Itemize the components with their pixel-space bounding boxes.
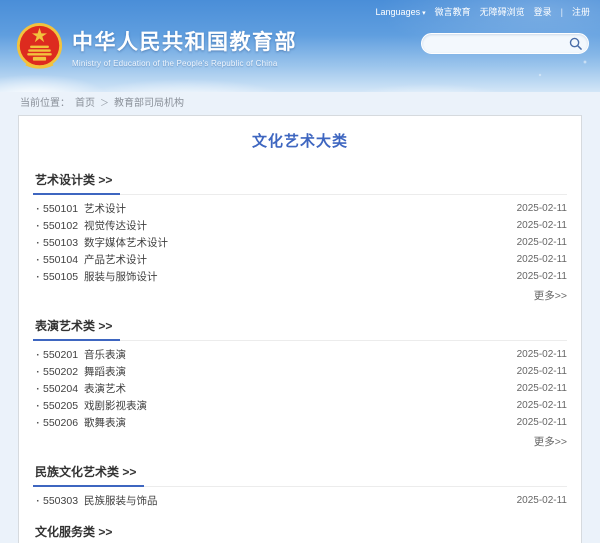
major-name-link[interactable]: 音乐表演 [84,347,517,362]
breadcrumb-home-link[interactable]: 首页 [75,92,95,115]
section-title-link[interactable]: 艺术设计类 >> [33,171,121,195]
major-code-link[interactable]: 550206 [43,417,78,429]
major-name-link[interactable]: 民族服装与饰品 [84,493,517,508]
major-list: · 550101 艺术设计 2025-02-11 · 550102 视觉传达设计… [33,200,567,285]
major-name-link[interactable]: 艺术设计 [84,201,517,216]
publish-date: 2025-02-11 [516,220,567,231]
major-code-link[interactable]: 550204 [43,383,78,395]
bullet-icon: · [36,219,40,232]
section-header: 文化服务类 >> [33,523,567,543]
publish-date: 2025-02-11 [516,495,567,506]
publish-date: 2025-02-11 [516,254,567,265]
content-card: 文化艺术大类 艺术设计类 >> · 550101 艺术设计 2025-02-11… [18,115,582,543]
category-sections: 艺术设计类 >> · 550101 艺术设计 2025-02-11 · 5501… [33,171,567,543]
major-list: · 550201 音乐表演 2025-02-11 · 550202 舞蹈表演 2… [33,346,567,431]
major-row: · 550105 服装与服饰设计 2025-02-11 [33,268,567,285]
section-header: 艺术设计类 >> [33,171,567,195]
brand-text: 中华人民共和国教育部 Ministry of Education of the … [72,26,297,68]
major-code-link[interactable]: 550202 [43,366,78,378]
major-list: · 550303 民族服装与饰品 2025-02-11 [33,492,567,509]
major-row: · 550202 舞蹈表演 2025-02-11 [33,363,567,380]
publish-date: 2025-02-11 [516,349,567,360]
more-link[interactable]: 更多>> [33,288,567,303]
major-category-section: 艺术设计类 >> · 550101 艺术设计 2025-02-11 · 5501… [33,171,567,303]
site-header: Languages ▾ 微言教育 无障碍浏览 登录 | 注册 中华人民共和国教育… [0,0,600,92]
chevron-down-icon: ▾ [422,9,426,17]
breadcrumb: 当前位置： 首页 ＞ 教育部司局机构 [0,92,600,115]
breadcrumb-label: 当前位置： [20,98,70,109]
search-box [421,33,589,54]
major-code-link[interactable]: 550303 [43,495,78,507]
bullet-icon: · [36,416,40,429]
weiyan-jiaoyu-link[interactable]: 微言教育 [435,5,471,18]
major-code-link[interactable]: 550105 [43,271,78,283]
brand: 中华人民共和国教育部 Ministry of Education of the … [16,22,297,72]
major-category-section: 表演艺术类 >> · 550201 音乐表演 2025-02-11 · 5502… [33,317,567,449]
bullet-icon: · [36,236,40,249]
major-name-link[interactable]: 数字媒体艺术设计 [84,235,517,250]
major-row: · 550204 表演艺术 2025-02-11 [33,380,567,397]
section-title-link[interactable]: 民族文化艺术类 >> [33,463,145,487]
major-row: · 550101 艺术设计 2025-02-11 [33,200,567,217]
accessibility-link[interactable]: 无障碍浏览 [480,5,525,18]
bullet-icon: · [36,253,40,266]
publish-date: 2025-02-11 [516,271,567,282]
major-name-link[interactable]: 表演艺术 [84,381,517,396]
search-button[interactable] [568,34,588,53]
bullet-icon: · [36,348,40,361]
major-name-link[interactable]: 舞蹈表演 [84,364,517,379]
search-input[interactable] [422,34,568,53]
section-title-link[interactable]: 表演艺术类 >> [33,317,121,341]
register-link[interactable]: 注册 [572,5,590,18]
major-code-link[interactable]: 550101 [43,203,78,215]
nav-divider: | [560,6,563,17]
major-row: · 550201 音乐表演 2025-02-11 [33,346,567,363]
major-code-link[interactable]: 550102 [43,220,78,232]
bullet-icon: · [36,494,40,507]
bullet-icon: · [36,270,40,283]
search-icon [569,37,582,50]
major-code-link[interactable]: 550103 [43,237,78,249]
major-category-section: 文化服务类 >> · 550402 文化产业经营与管理 2025-02-11 ·… [33,523,567,543]
major-name-link[interactable]: 服装与服饰设计 [84,269,517,284]
major-name-link[interactable]: 歌舞表演 [84,415,517,430]
major-row: · 550206 歌舞表演 2025-02-11 [33,414,567,431]
site-title: 中华人民共和国教育部 [72,31,297,54]
major-row: · 550303 民族服装与饰品 2025-02-11 [33,492,567,509]
major-row: · 550103 数字媒体艺术设计 2025-02-11 [33,234,567,251]
section-header: 表演艺术类 >> [33,317,567,341]
page-title: 文化艺术大类 [251,133,348,150]
major-row: · 550104 产品艺术设计 2025-02-11 [33,251,567,268]
section-header: 民族文化艺术类 >> [33,463,567,487]
major-name-link[interactable]: 产品艺术设计 [84,252,517,267]
site-subtitle: Ministry of Education of the People's Re… [72,59,278,68]
bullet-icon: · [36,202,40,215]
major-row: · 550205 戏剧影视表演 2025-02-11 [33,397,567,414]
publish-date: 2025-02-11 [516,400,567,411]
more-link[interactable]: 更多>> [33,434,567,449]
major-name-link[interactable]: 戏剧影视表演 [84,398,517,413]
major-code-link[interactable]: 550104 [43,254,78,266]
publish-date: 2025-02-11 [516,417,567,428]
page: Languages ▾ 微言教育 无障碍浏览 登录 | 注册 中华人民共和国教育… [0,0,600,543]
languages-menu[interactable]: Languages ▾ [376,7,426,17]
section-title-link[interactable]: 文化服务类 >> [33,523,120,543]
bullet-icon: · [36,382,40,395]
major-row: · 550102 视觉传达设计 2025-02-11 [33,217,567,234]
publish-date: 2025-02-11 [516,383,567,394]
national-emblem-logo [16,23,63,69]
bullet-icon: · [36,365,40,378]
bullet-icon: · [36,399,40,412]
top-utility-nav: Languages ▾ 微言教育 无障碍浏览 登录 | 注册 [376,5,590,18]
major-code-link[interactable]: 550201 [43,349,78,361]
major-name-link[interactable]: 视觉传达设计 [84,218,517,233]
publish-date: 2025-02-11 [516,203,567,214]
major-code-link[interactable]: 550205 [43,400,78,412]
breadcrumb-current-link[interactable]: 教育部司局机构 [114,92,184,115]
publish-date: 2025-02-11 [516,366,567,377]
major-category-section: 民族文化艺术类 >> · 550303 民族服装与饰品 2025-02-11 更… [33,463,567,509]
publish-date: 2025-02-11 [516,237,567,248]
breadcrumb-separator-icon: ＞ [100,98,110,108]
login-link[interactable]: 登录 [534,5,552,18]
